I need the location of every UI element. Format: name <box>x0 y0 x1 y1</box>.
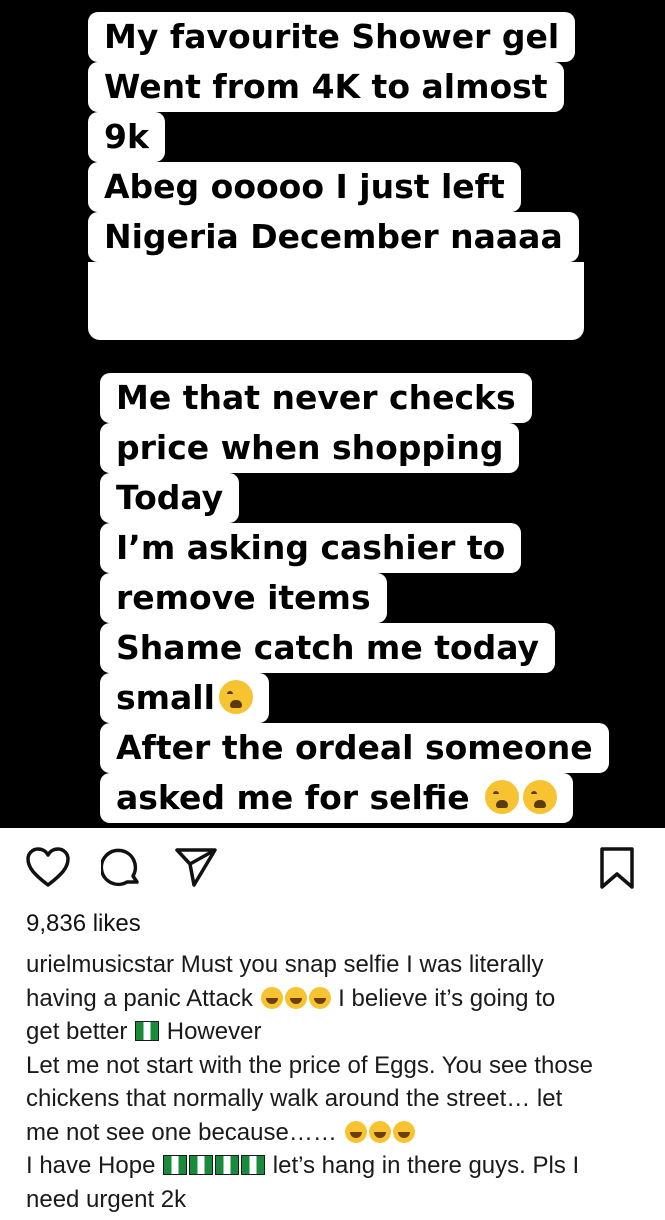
story-image: My favourite Shower gel Went from 4K to … <box>0 0 665 828</box>
caption-text: Must you snap selfie I was literally <box>180 951 544 978</box>
weary-face-emoji-icon <box>218 680 253 714</box>
caption-text: Let me not start with the price of Eggs.… <box>26 1051 594 1079</box>
post-caption: urielmusicstar Must you snap selfie I wa… <box>26 948 646 1216</box>
rofl-emoji-icon <box>368 1120 391 1143</box>
caption-text: However <box>166 1018 262 1045</box>
nigeria-flag-icon <box>135 1021 160 1041</box>
weary-face-emoji-icon <box>485 780 520 814</box>
story-line-with-emoji: asked me for selfie <box>100 773 574 823</box>
story-line: Shame catch me today <box>100 623 556 673</box>
caption-text: having a panic Attack <box>26 984 253 1012</box>
comment-icon[interactable] <box>99 846 145 895</box>
story-line: I’m asking cashier to <box>100 523 522 573</box>
story-line: Nigeria December naaaa <box>88 212 579 262</box>
story-line: Went from 4K to almost <box>88 62 564 112</box>
like-count[interactable]: 9,836 likes <box>26 910 141 938</box>
story-line-text: small <box>116 678 215 717</box>
story-line-with-emoji: small <box>100 673 269 723</box>
story-line: Abeg ooooo I just left <box>88 162 521 212</box>
nigeria-flag-icon <box>189 1155 214 1175</box>
rofl-emoji-icon <box>392 1120 415 1143</box>
heart-icon[interactable] <box>25 846 71 893</box>
nigeria-flag-icon <box>241 1155 266 1175</box>
nigeria-flag-icon <box>215 1155 240 1175</box>
story-line: Me that never checks <box>100 373 532 423</box>
caption-text: me not see one because…… <box>26 1118 337 1146</box>
post-action-bar <box>0 838 665 898</box>
story-bubble-bottom <box>88 262 584 340</box>
username-link[interactable]: urielmusicstar <box>26 951 174 978</box>
story-text-block-2: Me that never checks price when shopping… <box>100 373 609 823</box>
caption-text: need urgent 2k <box>26 1185 187 1213</box>
story-line: Today <box>100 473 240 523</box>
caption-text: I have Hope <box>26 1152 156 1179</box>
story-text-block-1: My favourite Shower gel Went from 4K to … <box>88 12 584 340</box>
nigeria-flag-icon <box>163 1155 188 1175</box>
story-line: price when shopping <box>100 423 520 473</box>
story-line: After the ordeal someone <box>100 723 609 773</box>
caption-text: let’s hang in there guys. Pls I <box>272 1152 580 1179</box>
bookmark-icon[interactable] <box>598 846 636 895</box>
caption-text: I believe it’s going to <box>338 984 556 1012</box>
caption-text: chickens that normally walk around the s… <box>26 1085 563 1112</box>
rofl-emoji-icon <box>344 1120 367 1143</box>
story-line-text: asked me for selfie <box>116 778 470 817</box>
paper-plane-icon[interactable] <box>174 846 218 893</box>
story-line: 9k <box>88 112 165 162</box>
rofl-emoji-icon <box>260 986 283 1009</box>
story-line: remove items <box>100 573 387 623</box>
caption-text: get better <box>26 1018 128 1045</box>
weary-face-emoji-icon <box>523 780 558 814</box>
rofl-emoji-icon <box>308 986 331 1009</box>
story-line: My favourite Shower gel <box>88 12 576 62</box>
rofl-emoji-icon <box>284 986 307 1009</box>
